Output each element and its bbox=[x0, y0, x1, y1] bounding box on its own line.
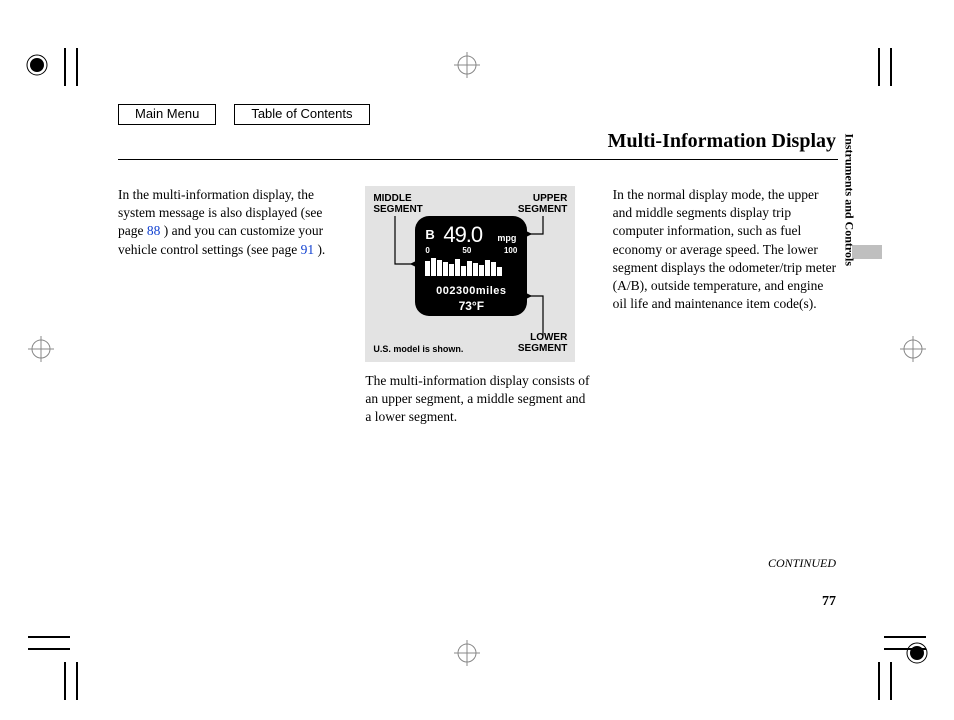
crop-mark bbox=[890, 48, 892, 86]
registration-mark-icon bbox=[904, 640, 930, 666]
crop-mark bbox=[64, 662, 66, 700]
crop-mark bbox=[884, 636, 926, 638]
figure-caption: The multi-information display consists o… bbox=[365, 372, 590, 427]
crop-mark bbox=[64, 48, 66, 86]
toc-button[interactable]: Table of Contents bbox=[234, 104, 369, 125]
registration-mark-icon bbox=[454, 52, 480, 78]
nav-bar: Main Menu Table of Contents bbox=[118, 104, 370, 125]
crop-mark bbox=[28, 636, 70, 638]
column-2: MIDDLE SEGMENT UPPER SEGMENT LOWER SEGME… bbox=[365, 186, 590, 427]
crop-mark bbox=[28, 648, 70, 650]
lcd-screen: B 49.0 mpg 0 50 100 00230 bbox=[415, 216, 527, 316]
crop-mark bbox=[878, 48, 880, 86]
crop-mark bbox=[76, 48, 78, 86]
section-tab-label: Instruments and Controls bbox=[841, 134, 856, 266]
page-link-91[interactable]: 91 bbox=[301, 242, 315, 257]
lcd-odometer: 002300miles bbox=[415, 284, 527, 299]
page-title: Multi-Information Display bbox=[118, 130, 838, 159]
main-menu-button[interactable]: Main Menu bbox=[118, 104, 216, 125]
section-tab-block bbox=[852, 245, 882, 259]
column-3: In the normal display mode, the upper an… bbox=[613, 186, 838, 427]
continued-label: CONTINUED bbox=[768, 556, 836, 571]
page-link-88[interactable]: 88 bbox=[147, 223, 161, 238]
column-1: In the multi-information display, the sy… bbox=[118, 186, 343, 427]
registration-mark-icon bbox=[28, 336, 54, 362]
display-figure: MIDDLE SEGMENT UPPER SEGMENT LOWER SEGME… bbox=[365, 186, 575, 362]
crop-mark bbox=[884, 648, 926, 650]
body-text: In the normal display mode, the upper an… bbox=[613, 187, 836, 311]
registration-mark-icon bbox=[454, 640, 480, 666]
page-number: 77 bbox=[822, 594, 836, 610]
lcd-temperature: 73°F bbox=[415, 298, 527, 314]
registration-mark-icon bbox=[24, 52, 50, 78]
body-text: ). bbox=[317, 242, 325, 257]
crop-mark bbox=[878, 662, 880, 700]
registration-mark-icon bbox=[900, 336, 926, 362]
title-rule bbox=[118, 159, 838, 160]
crop-mark bbox=[890, 662, 892, 700]
lcd-bar-graph bbox=[425, 256, 517, 276]
lcd-mpg-unit: mpg bbox=[497, 232, 516, 244]
crop-mark bbox=[76, 662, 78, 700]
lcd-trip-letter: B bbox=[425, 226, 434, 244]
